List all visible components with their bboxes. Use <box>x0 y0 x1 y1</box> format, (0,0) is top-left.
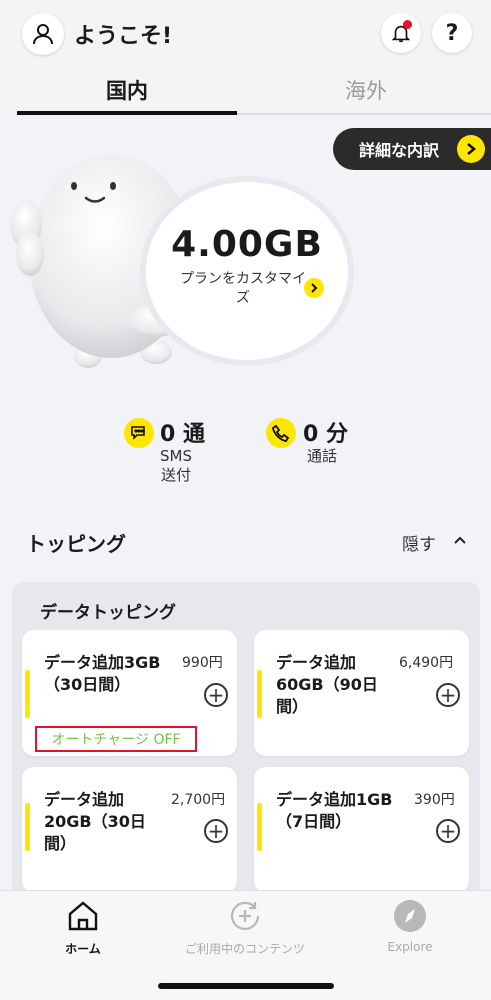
card-accent-bar <box>25 670 30 718</box>
tab-divider <box>237 113 491 115</box>
nav-explore[interactable]: Explore <box>370 899 450 954</box>
card-accent-bar <box>257 670 262 718</box>
sms-count: 0 通 <box>160 422 205 447</box>
nav-home[interactable]: ホーム <box>48 899 118 957</box>
chevron-up-icon[interactable] <box>452 532 468 548</box>
sms-icon <box>124 418 154 448</box>
data-topping-title: データトッピング <box>40 603 176 623</box>
phone-icon <box>266 418 296 448</box>
topping-price: 6,490円 <box>399 655 454 671</box>
customize-plan-link[interactable]: プランをカスタマイズ <box>180 270 306 308</box>
help-icon: ? <box>445 20 459 46</box>
add-topping-button[interactable]: + <box>204 683 228 707</box>
nav-content-label: ご利用中のコンテンツ <box>184 942 305 956</box>
home-icon <box>68 901 98 931</box>
add-topping-button[interactable]: + <box>436 819 460 843</box>
plus-icon: + <box>207 683 225 707</box>
topping-name: データ追加 60GB（90日 間） <box>276 653 378 716</box>
topping-card[interactable]: データ追加3GB （30日間） 990円 + オートチャージ OFF <box>22 630 237 756</box>
tab-overseas[interactable]: 海外 <box>256 75 476 105</box>
help-button[interactable]: ? <box>432 13 472 53</box>
topping-card[interactable]: データ追加1GB （7日間） 390円 + <box>254 767 469 893</box>
app-header: ようこそ! ? <box>0 0 491 64</box>
user-icon <box>33 24 53 45</box>
notifications-button[interactable] <box>381 13 421 53</box>
add-topping-button[interactable]: + <box>204 819 228 843</box>
nav-home-label: ホーム <box>65 942 101 956</box>
topping-name: データ追加 20GB（30日 間） <box>44 790 146 853</box>
welcome-title: ようこそ! <box>74 24 173 49</box>
home-indicator <box>158 983 334 989</box>
breakdown-label: 詳細な内訳 <box>359 141 440 160</box>
nav-content-in-use[interactable]: ご利用中のコンテンツ <box>170 899 320 957</box>
topping-name: データ追加1GB （7日間） <box>276 790 393 831</box>
topping-price: 990円 <box>182 655 223 671</box>
call-minutes: 0 分 <box>303 422 348 447</box>
topping-price: 2,700円 <box>171 792 226 808</box>
plus-icon: + <box>439 819 457 843</box>
card-accent-bar <box>257 803 262 851</box>
data-balance-circle: 4.00GB プランをカスタマイズ <box>140 176 354 366</box>
plus-icon: + <box>439 683 457 707</box>
region-tabs: 国内 海外 <box>0 64 491 116</box>
active-tab-indicator <box>17 111 237 115</box>
topping-name: データ追加3GB （30日間） <box>44 653 161 694</box>
topping-price: 390円 <box>414 792 455 808</box>
profile-button[interactable] <box>22 13 64 55</box>
auto-charge-status: オートチャージ OFF <box>35 726 197 752</box>
call-label: 通話 <box>306 447 337 465</box>
plus-icon: + <box>207 819 225 843</box>
tab-domestic[interactable]: 国内 <box>17 75 237 105</box>
nav-explore-label: Explore <box>387 940 433 954</box>
card-accent-bar <box>25 803 30 851</box>
add-topping-button[interactable]: + <box>436 683 460 707</box>
detailed-breakdown-button[interactable]: 詳細な内訳 <box>333 128 491 170</box>
chevron-right-icon[interactable] <box>304 278 324 298</box>
topping-card[interactable]: データ追加 60GB（90日 間） 6,490円 + <box>254 630 469 756</box>
chevron-right-icon <box>457 135 485 163</box>
sms-label: SMS 送付 <box>160 447 192 484</box>
notification-badge <box>403 20 412 29</box>
refresh-plus-icon <box>230 901 260 930</box>
hide-toggle[interactable]: 隠す <box>402 530 436 555</box>
topping-card[interactable]: データ追加 20GB（30日 間） 2,700円 + <box>22 767 237 893</box>
topping-title: トッピング <box>26 532 126 556</box>
data-balance-amount: 4.00GB <box>171 224 323 265</box>
compass-icon <box>394 900 426 932</box>
